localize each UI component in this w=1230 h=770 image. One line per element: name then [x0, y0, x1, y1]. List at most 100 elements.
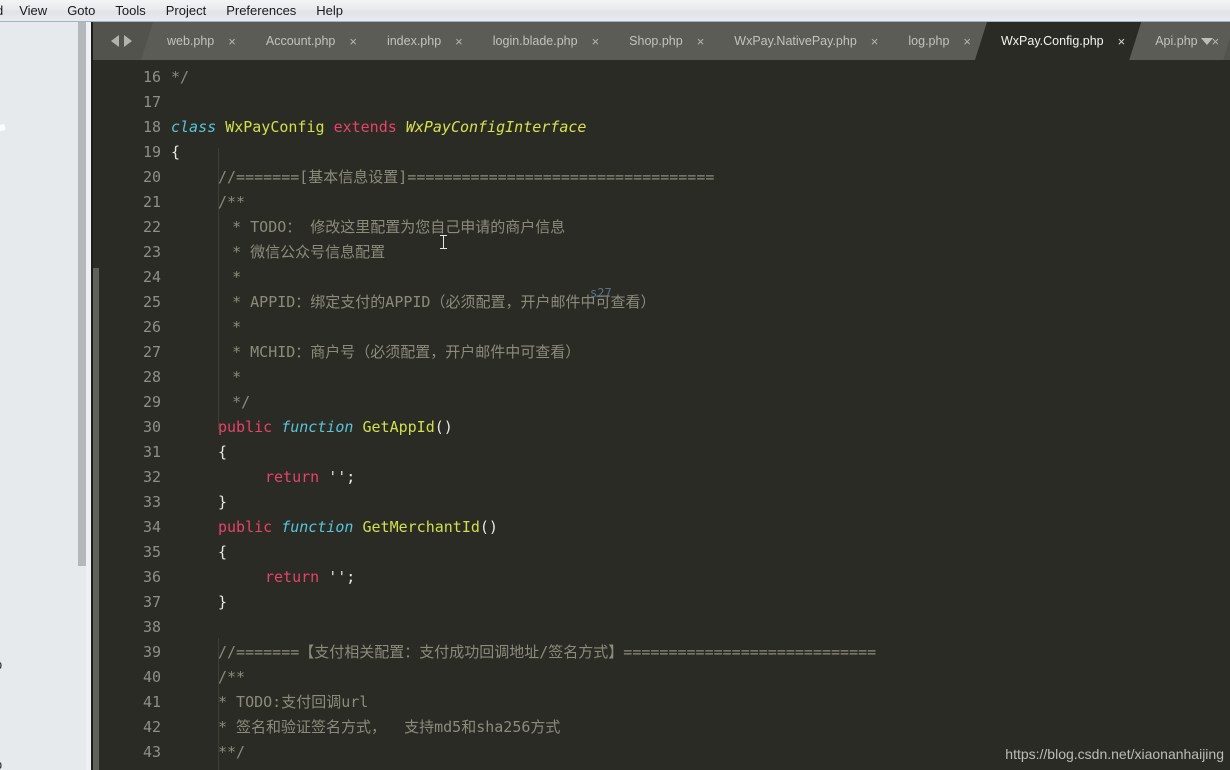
file-tree-item[interactable]: ...y.php	[0, 758, 2, 770]
line-number: 23	[142, 243, 161, 261]
line-number: 31	[142, 443, 161, 461]
menu-item-find[interactable]: d	[0, 1, 9, 21]
line-number: 37	[142, 593, 161, 611]
tab-account-php[interactable]: Account.php ×	[240, 22, 373, 60]
code-token-punc	[272, 418, 281, 436]
code-editor[interactable]: 16 17 18 19 20 21 22 23 24 25 26 27 28 29 30 31 32 33 34 35…	[93, 60, 1230, 770]
chevron-right-icon[interactable]	[123, 35, 132, 47]
code-token-kw: extends	[333, 118, 397, 136]
code-token-fnkw: function	[281, 418, 354, 436]
code-token-punc	[325, 118, 334, 136]
file-tree-list: ...php ...hp ...y.php ...php ...y.php	[0, 22, 78, 770]
file-tree-sidebar[interactable]: ...php ...hp ...y.php ...php ...y.php	[0, 22, 78, 770]
code-token-punc: {	[171, 143, 181, 161]
code-token-cmt: /**	[218, 668, 246, 686]
code-token-cmt: /**	[218, 193, 246, 211]
line-number: 41	[142, 693, 161, 711]
close-icon[interactable]: ×	[455, 35, 463, 48]
tab-overflow-button[interactable]	[1194, 22, 1220, 60]
sidebar-scrollbar[interactable]	[78, 22, 86, 770]
tab-index-php[interactable]: index.php ×	[361, 22, 479, 60]
code-line[interactable]: {	[171, 140, 180, 165]
tab-nav-arrows[interactable]	[101, 22, 141, 60]
code-line[interactable]: */	[232, 390, 250, 415]
line-number: 42	[142, 718, 161, 736]
code-token-punc: }	[218, 493, 228, 511]
code-token-cmt: */	[171, 68, 190, 86]
code-line[interactable]: class WxPayConfig extends WxPayConfigInt…	[171, 115, 586, 140]
line-number: 29	[142, 393, 161, 411]
code-line[interactable]: */	[171, 65, 189, 90]
code-line[interactable]: /**	[218, 665, 245, 690]
code-line[interactable]: *	[232, 365, 241, 390]
code-token-cmt: *	[232, 368, 242, 386]
code-token-cmt: * 微信公众号信息配置	[232, 243, 386, 261]
line-number: 25	[142, 293, 161, 311]
close-icon[interactable]: ×	[871, 35, 879, 48]
code-line[interactable]: **/	[218, 740, 245, 765]
tab-log-php[interactable]: log.php ×	[882, 22, 987, 60]
close-icon[interactable]: ×	[1118, 35, 1126, 48]
code-line[interactable]: * TODO:支付回调url	[218, 690, 368, 715]
menu-item-project[interactable]: Project	[156, 1, 216, 21]
menu-item-goto[interactable]: Goto	[57, 1, 105, 21]
menu-item-help[interactable]: Help	[306, 1, 353, 21]
menu-item-tools[interactable]: Tools	[105, 1, 155, 21]
tab-wxpay-config-php[interactable]: WxPay.Config.php ×	[975, 22, 1141, 60]
code-line[interactable]: {	[218, 540, 227, 565]
file-tree-item[interactable]: ...y.php	[0, 658, 2, 672]
code-token-cmt: //=======【支付相关配置：支付成功回调地址/签名方式】=========…	[218, 643, 877, 661]
code-token-cmt: **/	[218, 743, 246, 761]
code-content[interactable]: */ class WxPayConfig extends WxPayConfigI…	[171, 60, 1230, 770]
line-number: 26	[142, 318, 161, 336]
code-line[interactable]: * MCHID：商户号（必须配置，开户邮件中可查看）	[232, 340, 580, 365]
close-icon[interactable]: ×	[963, 35, 971, 48]
tab-web-php[interactable]: web.php ×	[141, 22, 252, 60]
code-token-punc	[319, 468, 328, 486]
close-icon[interactable]: ×	[697, 35, 705, 48]
tab-label: WxPay.NativePay.php	[734, 34, 857, 48]
tab-label: index.php	[386, 34, 442, 48]
code-line[interactable]: }	[218, 490, 227, 515]
code-token-punc: {	[218, 443, 228, 461]
line-number: 16	[142, 68, 161, 86]
code-line[interactable]: {	[218, 440, 227, 465]
code-token-cmt: * MCHID：商户号（必须配置，开户邮件中可查看）	[232, 343, 581, 361]
code-line[interactable]: * TODO： 修改这里配置为您自己申请的商户信息	[232, 215, 565, 240]
close-icon[interactable]: ×	[228, 35, 236, 48]
code-line[interactable]: *	[232, 315, 241, 340]
code-line[interactable]: /**	[218, 190, 245, 215]
code-token-punc	[319, 568, 328, 586]
code-token-kw: return	[265, 568, 320, 586]
code-line[interactable]: * 微信公众号信息配置	[232, 240, 385, 265]
code-token-str: ''	[328, 568, 347, 586]
close-icon[interactable]: ×	[592, 35, 600, 48]
code-line[interactable]: //=======【支付相关配置：支付成功回调地址/签名方式】=========…	[218, 640, 876, 665]
menu-item-preferences[interactable]: Preferences	[216, 1, 306, 21]
code-token-cmt: * TODO： 修改这里配置为您自己申请的商户信息	[232, 218, 566, 236]
tab-shop-php[interactable]: Shop.php ×	[603, 22, 720, 60]
code-token-punc	[353, 418, 362, 436]
file-tree-marker	[0, 124, 6, 132]
line-number: 27	[142, 343, 161, 361]
code-token-kw: public	[218, 518, 273, 536]
code-line[interactable]: return '';	[265, 565, 355, 590]
chevron-down-icon[interactable]	[1201, 37, 1213, 45]
line-number: 34	[142, 518, 161, 536]
chevron-left-icon[interactable]	[110, 35, 119, 47]
tab-label: Shop.php	[629, 34, 683, 48]
menu-item-view[interactable]: View	[9, 1, 57, 21]
code-line[interactable]: return '';	[265, 465, 355, 490]
close-icon[interactable]: ×	[349, 35, 357, 48]
sidebar-scrollbar-thumb[interactable]	[78, 22, 86, 566]
tab-label: web.php	[167, 34, 215, 48]
code-line[interactable]: public function GetMerchantId()	[218, 515, 498, 540]
tab-login-blade-php[interactable]: login.blade.php ×	[467, 22, 615, 60]
code-line[interactable]: public function GetAppId()	[218, 415, 453, 440]
code-line[interactable]: * 签名和验证签名方式， 支持md5和sha256方式	[218, 715, 560, 740]
code-line[interactable]: //=======[基本信息设置]=======================…	[218, 165, 714, 190]
code-token-punc: ;	[346, 468, 356, 486]
code-line[interactable]: }	[218, 590, 227, 615]
code-line[interactable]: *	[232, 265, 241, 290]
tab-wxpay-nativepay-php[interactable]: WxPay.NativePay.php ×	[708, 22, 894, 60]
